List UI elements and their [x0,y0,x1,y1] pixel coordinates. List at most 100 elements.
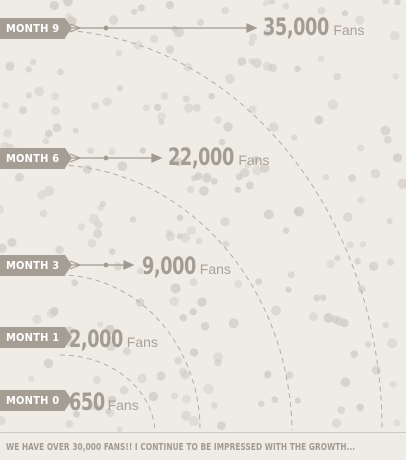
background-dot [291,135,297,141]
arrow-month-9 [68,24,256,32]
background-dot [211,178,218,185]
background-dot [109,248,116,255]
background-dot [372,365,381,374]
background-dot [7,238,16,247]
background-dot [51,107,60,116]
month-9-value: 35,000Fans [263,13,364,41]
background-dot [337,406,345,414]
background-dot [117,161,127,171]
background-dot [116,50,123,57]
background-dot [44,359,54,369]
background-dot [109,15,118,24]
footer: WE HAVE OVER 30,000 FANS!! I CONTINUE TO… [0,432,406,460]
background-dot [171,393,178,400]
background-dot [263,0,269,6]
background-dot [220,217,229,226]
background-dot [190,308,197,315]
background-dot [15,173,24,182]
background-dot [187,186,195,194]
background-dot [197,298,206,307]
fan-count: 9,000 [142,252,196,280]
background-dot [149,392,158,401]
background-dot [348,174,356,182]
background-dot [343,212,353,222]
background-dot [43,138,49,144]
background-dot [0,416,6,425]
background-dot [387,258,394,265]
background-dot [333,73,341,81]
background-dot [285,287,291,293]
background-dot [189,416,199,426]
background-dot [177,215,183,221]
background-dot [193,104,201,112]
background-dot [199,186,209,196]
background-dot [138,374,147,383]
background-dot [37,190,46,199]
background-dot [294,66,301,73]
background-dot [356,404,364,412]
background-dot [154,104,161,111]
background-dot [387,338,397,348]
background-dot [103,97,112,106]
background-dot [157,112,166,121]
background-dot [28,376,34,382]
background-dot [180,314,187,321]
background-dot [229,318,239,328]
background-dot [221,7,228,14]
background-dot [268,0,275,5]
month-9-tag: MONTH 9 [0,18,65,39]
background-dot [214,359,221,366]
background-dot [140,147,146,153]
background-dot [98,205,104,211]
footer-text: WE HAVE OVER 30,000 FANS!! I CONTINUE TO… [6,442,355,453]
background-dot [45,130,53,138]
background-dot [398,179,406,189]
month-6-tag: MONTH 6 [0,148,65,169]
background-dot [217,421,226,430]
background-dot [354,258,361,265]
background-dot [202,173,212,183]
background-dot [283,3,290,10]
background-dot [294,206,304,216]
background-dot [89,214,99,224]
fan-count: 2,000 [69,325,123,353]
background-dot [5,62,14,71]
background-dot [34,87,44,97]
background-dot [324,313,334,323]
background-dot [87,147,94,154]
month-6-value: 22,000Fans [168,143,269,171]
background-dot [88,239,97,248]
background-dot [225,74,235,84]
background-dot [184,103,193,112]
background-dot [171,26,177,32]
background-dot [235,187,241,193]
arc-month-9 [60,30,382,430]
background-dot [392,73,399,80]
background-dot [156,371,165,380]
background-dot [117,85,123,91]
dashed-arcs [60,30,382,430]
background-dot [390,381,397,388]
background-dot [271,306,281,316]
background-dot [327,260,335,268]
background-dot [150,35,158,43]
background-dot [237,57,246,66]
background-dot [381,126,391,136]
background-dot [357,196,365,204]
background-dot [30,59,37,66]
background-dot [51,92,59,100]
background-dot [283,227,289,233]
background-dot [166,45,175,54]
background-dot [264,372,271,379]
polka-dot-pattern [0,0,406,432]
background-dot [19,106,27,114]
background-dot [390,31,400,41]
background-dot [248,40,254,46]
background-dot [183,95,190,102]
background-dot [394,0,400,5]
background-dot [334,255,340,261]
arrow-month-6 [68,154,161,162]
fan-count: 22,000 [168,143,234,171]
background-dot [197,19,204,26]
background-dot [223,122,233,132]
